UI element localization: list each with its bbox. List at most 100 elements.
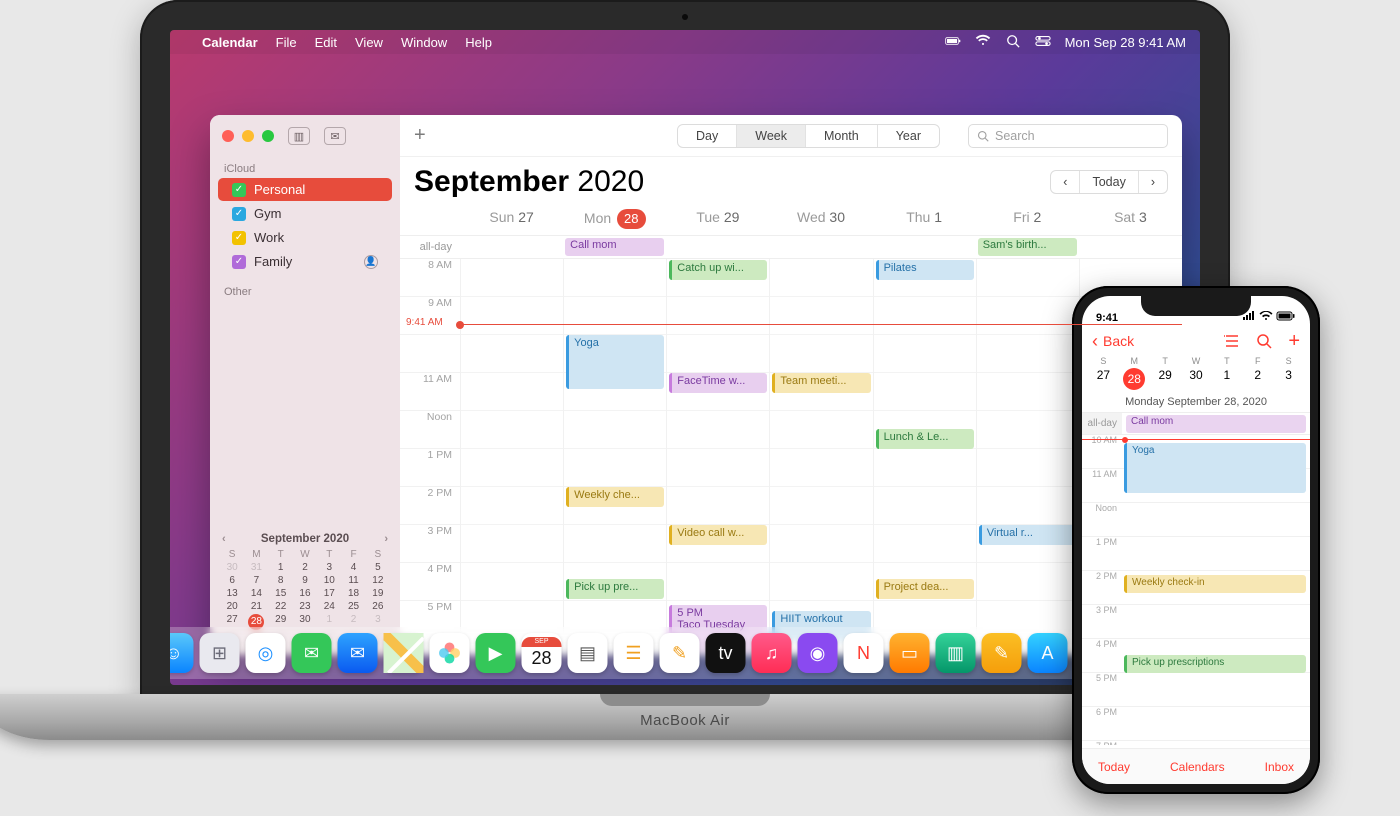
iphone-date[interactable]: 29 (1150, 368, 1181, 390)
day-column[interactable]: Pilates Lunch & Le... Project dea... (873, 259, 976, 655)
tab-day[interactable]: Day (678, 125, 736, 147)
tab-year[interactable]: Year (877, 125, 939, 147)
menu-edit[interactable]: Edit (315, 35, 337, 50)
mini-day[interactable]: 13 (220, 588, 244, 599)
dock-numbers[interactable]: ▥ (936, 633, 976, 673)
mini-day[interactable]: 5 (366, 562, 390, 573)
mini-day[interactable]: 26 (366, 601, 390, 612)
iphone-allday-event[interactable]: Call mom (1126, 415, 1306, 433)
mini-day[interactable]: 12 (366, 575, 390, 586)
mini-day[interactable]: 24 (317, 601, 341, 612)
dock-contacts[interactable]: ▤ (568, 633, 608, 673)
mini-day[interactable]: 15 (269, 588, 293, 599)
menu-file[interactable]: File (276, 35, 297, 50)
search-field[interactable]: Search (968, 124, 1168, 148)
mini-day[interactable]: 16 (293, 588, 317, 599)
dock-notes[interactable]: ✎ (660, 633, 700, 673)
dock-keynote[interactable]: ▭ (890, 633, 930, 673)
dock-facetime[interactable]: ▶ (476, 633, 516, 673)
mini-day[interactable]: 4 (341, 562, 365, 573)
mini-day[interactable]: 18 (341, 588, 365, 599)
tab-month[interactable]: Month (805, 125, 877, 147)
event[interactable]: Catch up wi... (669, 260, 767, 280)
dock-music[interactable]: ♫ (752, 633, 792, 673)
iphone-date[interactable]: 1 (1211, 368, 1242, 390)
menubar-clock[interactable]: Mon Sep 28 9:41 AM (1065, 35, 1186, 50)
day-column[interactable] (460, 259, 563, 655)
event[interactable]: Virtual r... (979, 525, 1077, 545)
event[interactable]: Lunch & Le... (876, 429, 974, 449)
allday-event[interactable]: Call mom (565, 238, 664, 256)
dock-news[interactable]: N (844, 633, 884, 673)
mini-day[interactable]: 22 (269, 601, 293, 612)
mini-day[interactable]: 19 (366, 588, 390, 599)
close-button[interactable] (222, 130, 234, 142)
mini-day[interactable]: 8 (269, 575, 293, 586)
day-column[interactable]: Team meeti...HIIT workoutMarisa's gu... (769, 259, 872, 655)
event[interactable]: FaceTime w... (669, 373, 767, 393)
prev-week[interactable]: ‹ (1051, 171, 1079, 193)
iphone-event[interactable]: Yoga (1124, 443, 1306, 493)
dock-calendar[interactable]: SEP28 (522, 633, 562, 673)
dock-photos[interactable] (430, 633, 470, 673)
app-menu[interactable]: Calendar (202, 35, 258, 50)
dock-mail[interactable]: ✉ (338, 633, 378, 673)
mini-day[interactable]: 30 (220, 562, 244, 573)
iphone-date[interactable]: 2 (1242, 368, 1273, 390)
week-grid[interactable]: 9:41 AM 8 AM9 AM11 AMNoon1 PM2 PM3 PM4 P… (400, 259, 1182, 655)
add-event-button[interactable]: + (414, 124, 426, 147)
event[interactable]: Weekly che... (566, 487, 664, 507)
event[interactable]: Video call w... (669, 525, 767, 545)
control-center-icon[interactable] (1035, 34, 1051, 51)
menu-window[interactable]: Window (401, 35, 447, 50)
mini-day[interactable]: 17 (317, 588, 341, 599)
iphone-event[interactable]: Pick up prescriptions (1124, 655, 1306, 673)
iphone-tab-today[interactable]: Today (1098, 760, 1130, 774)
iphone-day-grid[interactable]: 9:41 10 AM11 AMNoon1 PM2 PM3 PM4 PM5 PM6… (1082, 435, 1310, 745)
next-week[interactable]: › (1138, 171, 1167, 193)
dock-reminders[interactable]: ☰ (614, 633, 654, 673)
mini-day[interactable]: 9 (293, 575, 317, 586)
dock-maps[interactable] (384, 633, 424, 673)
dock-pages[interactable]: ✎ (982, 633, 1022, 673)
iphone-date[interactable]: 30 (1181, 368, 1212, 390)
mini-day[interactable]: 14 (244, 588, 268, 599)
mini-prev[interactable]: ‹ (220, 533, 228, 545)
event[interactable]: Team meeti... (772, 373, 870, 393)
calendar-personal[interactable]: ✓Personal (218, 178, 392, 201)
day-column[interactable]: Virtual r... (976, 259, 1079, 655)
wifi-icon[interactable] (975, 34, 991, 51)
dock-appstore[interactable]: A (1028, 633, 1068, 673)
iphone-event[interactable]: Weekly check-in (1124, 575, 1306, 593)
battery-icon[interactable] (945, 34, 961, 51)
event[interactable]: Project dea... (876, 579, 974, 599)
dock-podcasts[interactable]: ◉ (798, 633, 838, 673)
day-column[interactable]: YogaWeekly che...Pick up pre... (563, 259, 666, 655)
menu-help[interactable]: Help (465, 35, 492, 50)
spotlight-icon[interactable] (1005, 34, 1021, 51)
sidebar-section-other[interactable]: Other (210, 274, 400, 310)
dock-safari[interactable]: ◎ (246, 633, 286, 673)
dock-messages[interactable]: ✉ (292, 633, 332, 673)
dock-launchpad[interactable]: ⊞ (200, 633, 240, 673)
iphone-tab-inbox[interactable]: Inbox (1265, 760, 1294, 774)
mini-day[interactable]: 2 (293, 562, 317, 573)
allday-event[interactable]: Sam's birth... (978, 238, 1077, 256)
minimize-button[interactable] (242, 130, 254, 142)
search-icon[interactable] (1256, 333, 1272, 349)
iphone-date[interactable]: 3 (1273, 368, 1304, 390)
add-event-icon[interactable]: + (1288, 330, 1300, 353)
menu-view[interactable]: View (355, 35, 383, 50)
mini-day[interactable]: 10 (317, 575, 341, 586)
today-button[interactable]: Today (1079, 171, 1137, 193)
mini-day[interactable]: 7 (244, 575, 268, 586)
iphone-back-button[interactable]: Back (1092, 331, 1134, 352)
day-column[interactable]: Catch up wi... FaceTime w... Video call w.… (666, 259, 769, 655)
inbox-icon[interactable]: ✉ (324, 127, 346, 145)
tab-week[interactable]: Week (736, 125, 805, 147)
mini-day[interactable]: 21 (244, 601, 268, 612)
event[interactable]: Pilates (876, 260, 974, 280)
calendar-family[interactable]: ✓Family👤 (218, 250, 392, 273)
calendar-gym[interactable]: ✓Gym (218, 202, 392, 225)
event[interactable]: Yoga (566, 335, 664, 389)
